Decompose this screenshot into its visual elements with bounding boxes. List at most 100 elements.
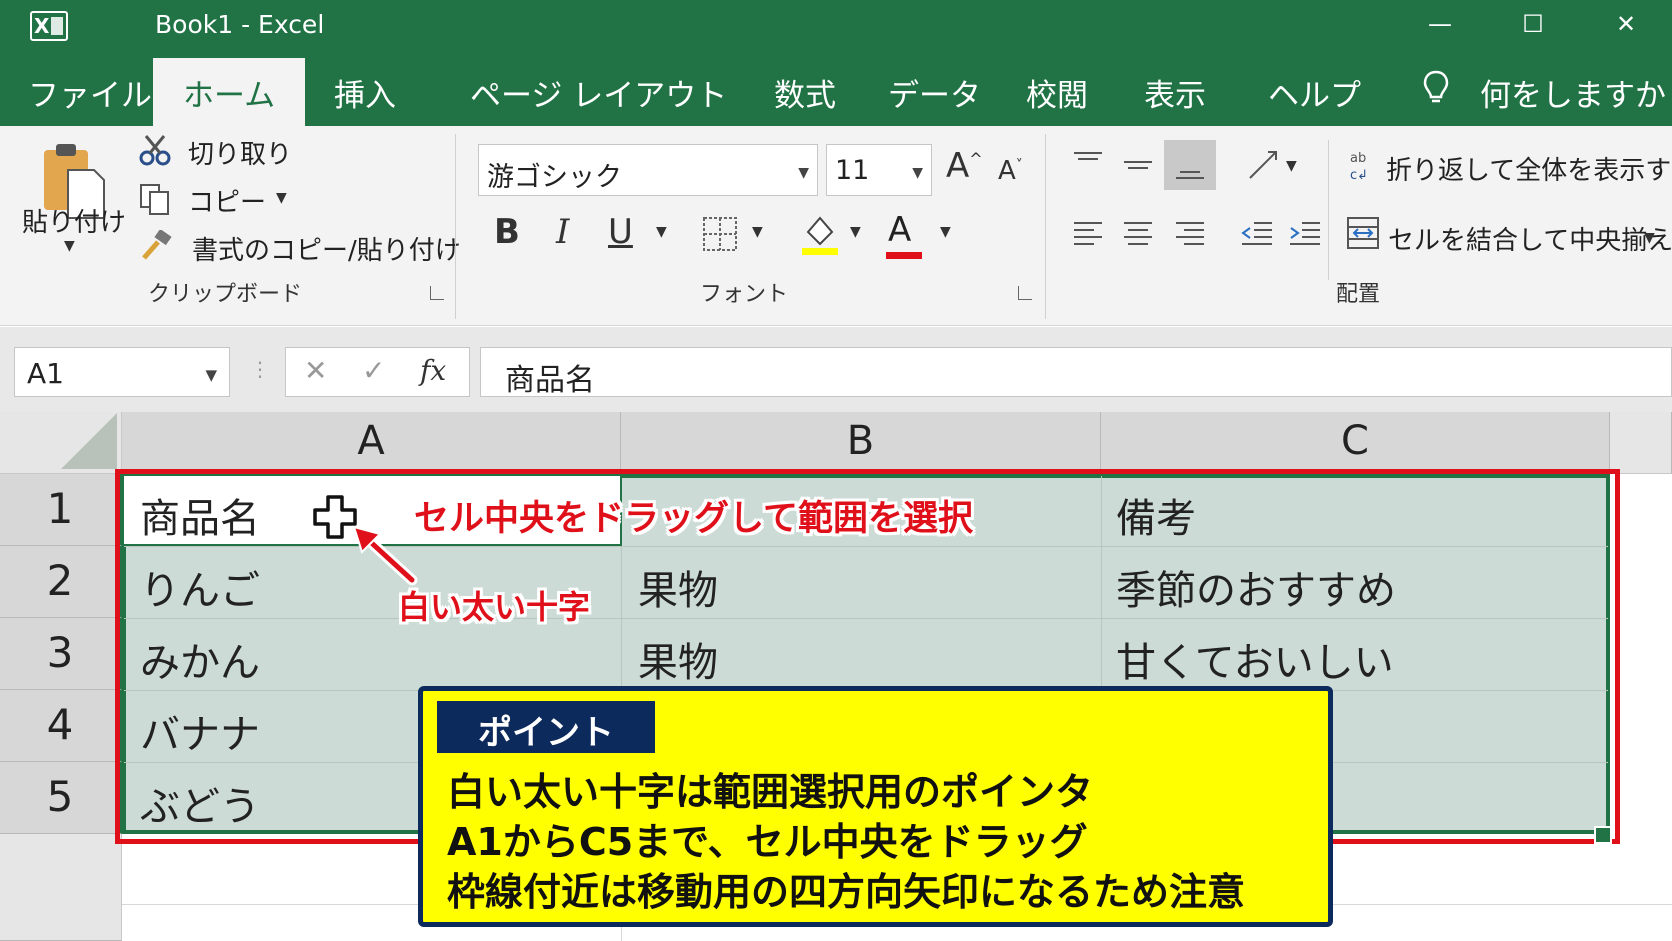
paste-dropdown-icon[interactable]: ▼ [64, 238, 75, 254]
font-group-label: フォント [700, 282, 789, 307]
align-top-icon[interactable] [1072, 150, 1104, 174]
drag-annotation-text: セル中央をドラッグして範囲を選択 [414, 499, 973, 539]
shrink-font-button[interactable]: A˅ [998, 156, 1023, 186]
fill-color-dropdown-icon[interactable]: ▼ [850, 224, 861, 240]
point-line-3: 枠線付近は移動用の四方向矢印になるため注意 [447, 870, 1246, 914]
align-center-icon[interactable] [1122, 220, 1154, 248]
tab-home[interactable]: ホーム [153, 58, 306, 126]
tab-help[interactable]: ヘルプ [1268, 70, 1361, 115]
column-header-a[interactable]: A [122, 412, 621, 474]
alignment-group-label: 配置 [1336, 282, 1381, 307]
row-header-5[interactable]: 5 [0, 762, 122, 834]
title-bar: X Book1 - Excel — ☐ ✕ [0, 0, 1672, 52]
orientation-dropdown-icon[interactable]: ▼ [1286, 158, 1297, 174]
name-box[interactable]: A1 ▼ [14, 347, 230, 397]
font-color-label: A [888, 210, 912, 250]
cross-annotation-label: 白い太い十字 [398, 588, 591, 626]
underline-button[interactable]: U [608, 212, 633, 252]
clipboard-launcher-icon[interactable] [430, 286, 444, 300]
wrap-text-button[interactable]: 折り返して全体を表示する [1386, 150, 1672, 187]
borders-dropdown-icon[interactable]: ▼ [752, 224, 763, 240]
cancel-icon[interactable]: ✕ [304, 354, 327, 387]
font-family-select[interactable]: 游ゴシック ▼ [478, 144, 818, 196]
resize-handle-icon[interactable]: ⋮ [250, 357, 270, 381]
group-separator [1328, 140, 1329, 280]
tab-view[interactable]: 表示 [1144, 70, 1206, 115]
cut-button[interactable]: 切り取り [188, 134, 292, 171]
align-left-icon[interactable] [1072, 220, 1104, 248]
pointer-arrow-icon [352, 525, 418, 586]
clipboard-group-label: クリップボード [148, 282, 303, 307]
tab-review[interactable]: 校閲 [1026, 70, 1088, 115]
font-color-button[interactable]: A [888, 210, 911, 250]
row-header-4[interactable]: 4 [0, 690, 122, 762]
align-right-icon[interactable] [1174, 220, 1206, 248]
name-box-value: A1 [27, 357, 64, 390]
format-painter-button[interactable]: 書式のコピー/貼り付け [192, 230, 461, 267]
fill-handle[interactable] [1594, 826, 1612, 844]
copy-icon [140, 184, 169, 215]
copy-dropdown-icon[interactable]: ▼ [276, 190, 287, 206]
enter-icon[interactable]: ✓ [362, 354, 385, 387]
row-header-1[interactable]: 1 [0, 474, 122, 546]
bold-button[interactable]: B [494, 212, 520, 252]
minimize-button[interactable]: — [1420, 10, 1460, 42]
excel-icon: X [30, 11, 68, 41]
align-middle-icon[interactable] [1122, 156, 1154, 180]
tab-insert[interactable]: 挿入 [334, 70, 396, 115]
font-launcher-icon[interactable] [1018, 286, 1032, 300]
tell-me-search[interactable]: 何をしますか [1480, 70, 1666, 115]
grow-font-label: A [946, 146, 970, 186]
orientation-icon[interactable] [1246, 148, 1282, 182]
fill-color-icon[interactable] [800, 212, 840, 256]
chevron-down-icon: ▼ [205, 366, 217, 384]
chevron-down-icon: ▼ [798, 165, 809, 181]
font-size-value: 11 [835, 155, 870, 186]
scissors-icon [139, 135, 171, 166]
column-header-b[interactable]: B [621, 412, 1101, 474]
lightbulb-icon [1423, 70, 1449, 103]
chevron-down-icon: ▼ [912, 165, 923, 181]
close-button[interactable]: ✕ [1606, 10, 1646, 42]
underline-dropdown-icon[interactable]: ▼ [656, 224, 667, 240]
formula-buttons: ✕ ✓ fx [285, 347, 470, 397]
font-color-swatch [886, 252, 922, 259]
column-header-d[interactable] [1610, 412, 1672, 474]
group-separator [1045, 134, 1046, 319]
point-line-1: 白い太い十字は範囲選択用のポインタ [447, 770, 1094, 814]
shrink-font-label: A [998, 156, 1016, 186]
tab-page-layout[interactable]: ページ レイアウト [470, 70, 727, 115]
svg-text:ab: ab [1350, 151, 1366, 166]
ribbon-home: 貼り付け ▼ 切り取り コピー ▼ 書式のコピー/貼り付け クリップボード 游ゴ… [0, 126, 1672, 326]
point-line-2: A1からC5まで、セル中央をドラッグ [447, 820, 1088, 864]
tab-formulas[interactable]: 数式 [774, 70, 836, 115]
select-all-button[interactable] [0, 412, 122, 474]
merge-center-button[interactable]: セルを結合して中央揃え [1388, 220, 1672, 257]
font-color-dropdown-icon[interactable]: ▼ [940, 224, 951, 240]
maximize-button[interactable]: ☐ [1513, 10, 1553, 42]
formula-input[interactable]: 商品名 [480, 347, 1672, 398]
paste-button[interactable]: 貼り付け [22, 202, 126, 239]
format-painter-icon [142, 230, 172, 260]
column-header-c[interactable]: C [1101, 412, 1610, 474]
tab-data[interactable]: データ [888, 70, 981, 115]
italic-button[interactable]: I [556, 212, 569, 252]
tab-file[interactable]: ファイル [28, 70, 152, 115]
borders-icon[interactable] [702, 216, 738, 252]
merge-dropdown-icon[interactable]: ▼ [1644, 230, 1655, 246]
grow-font-button[interactable]: A^ [946, 146, 983, 186]
align-bottom-icon [1176, 171, 1204, 179]
decrease-indent-icon[interactable] [1240, 220, 1274, 248]
copy-button[interactable]: コピー [188, 182, 266, 219]
font-family-value: 游ゴシック [487, 162, 622, 193]
wrap-text-icon: ab c↲ [1350, 151, 1368, 182]
svg-text:c↲: c↲ [1350, 168, 1368, 182]
row-header-6[interactable] [0, 834, 122, 941]
font-size-select[interactable]: 11 ▼ [826, 144, 932, 196]
merge-center-icon [1347, 217, 1379, 249]
row-header-3[interactable]: 3 [0, 618, 122, 690]
row-header-2[interactable]: 2 [0, 546, 122, 618]
insert-function-icon[interactable]: fx [420, 354, 446, 387]
increase-indent-icon[interactable] [1288, 220, 1322, 248]
align-bottom-button[interactable] [1164, 140, 1216, 190]
